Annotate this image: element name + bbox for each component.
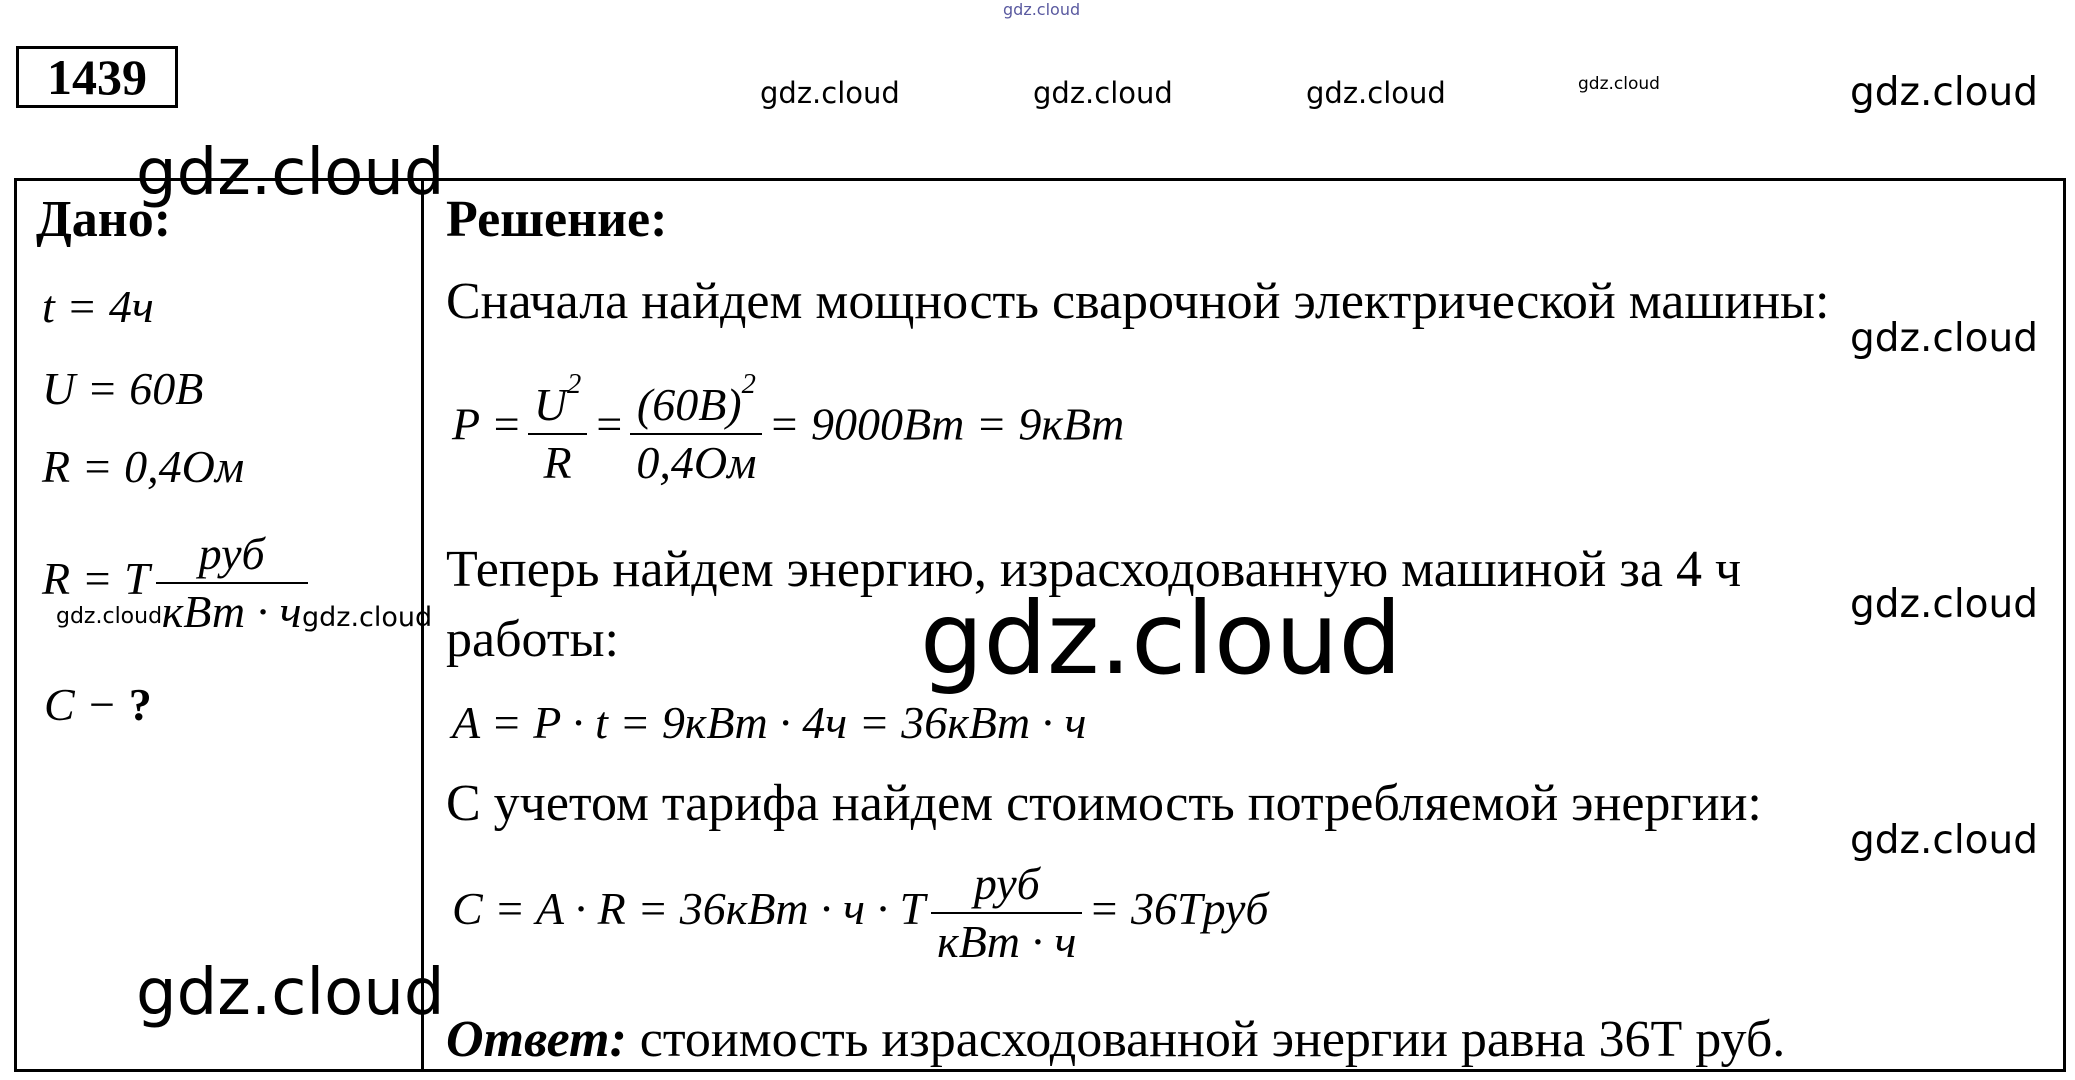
power-left: P = — [452, 398, 522, 450]
watermark-top-3: gdz.cloud — [1306, 76, 1446, 110]
tariff-fraction: руб кВт · ч — [155, 529, 308, 638]
cost-right: = 36Tруб — [1088, 882, 1269, 934]
watermark-center-large: gdz.cloud — [920, 580, 1403, 697]
power-eq: = — [593, 398, 625, 450]
watermark-given-1: gdz.cloud — [56, 604, 163, 629]
tariff-numerator: руб — [155, 529, 308, 585]
watermark-right-3: gdz.cloud — [1850, 818, 2038, 863]
formula-power: P = U2 R = (60B)2 0,4Ом = 9000Bm = 9кBm — [452, 370, 1124, 488]
formula-cost: C = A · R = 36кBm · ч · Tруб кBm · ч = 36T… — [452, 859, 1269, 968]
power-sup-1: 2 — [567, 369, 582, 400]
watermark-right-1: gdz.cloud — [1850, 316, 2038, 361]
answer-label: Ответ: — [446, 1011, 627, 1068]
power-den-2: 0,4Ом — [636, 437, 757, 489]
power-right: = 9000Bm = 9кBm — [768, 398, 1125, 450]
cost-denominator: кBm · ч — [937, 916, 1077, 968]
tariff-denominator: кВт · ч — [161, 586, 302, 638]
watermark-given-2: gdz.cloud — [302, 602, 433, 633]
find-label: C − — [44, 679, 118, 730]
watermark-right-2: gdz.cloud — [1850, 582, 2038, 627]
cost-left: C = A · R = 36кBm · ч · T — [452, 882, 926, 934]
power-sup-2: 2 — [741, 369, 756, 400]
watermark-top-small: gdz.cloud — [1578, 74, 1660, 94]
given-voltage: U = 60B — [42, 363, 204, 414]
power-fraction-1: U2 R — [527, 369, 588, 489]
answer-text: стоимость израсходованной энергии равна … — [639, 1011, 1786, 1068]
watermark-top-2: gdz.cloud — [1033, 76, 1173, 110]
power-num-1: U — [533, 379, 568, 431]
find-question: ? — [128, 679, 152, 730]
cost-numerator: руб — [931, 859, 1083, 915]
tariff-left: R = T — [42, 552, 150, 604]
watermark-top-1: gdz.cloud — [760, 76, 900, 110]
solution-line-1: Сначала найдем мощность сварочной электр… — [446, 273, 1830, 330]
solution-line-3: С учетом тарифа найдем стоимость потребл… — [446, 775, 1762, 832]
formula-energy: A = P · t = 9кBm · 4ч = 36кBm · ч — [452, 697, 1087, 748]
watermark-given-top: gdz.cloud — [136, 136, 445, 210]
solution-header: Решение: — [446, 191, 668, 248]
power-num-2: (60B) — [636, 379, 742, 431]
given-time: t = 4ч — [42, 281, 154, 332]
given-resistance: R = 0,4Ом — [42, 441, 245, 492]
cost-fraction: руб кBm · ч — [931, 859, 1083, 968]
watermark-top-right: gdz.cloud — [1850, 70, 2038, 115]
watermark-given-bottom: gdz.cloud — [136, 956, 445, 1030]
answer-line: Ответ: стоимость израсходованной энергии… — [446, 1010, 1785, 1069]
power-fraction-2: (60B)2 0,4Ом — [630, 369, 763, 489]
problem-number: 1439 — [16, 46, 178, 108]
watermark-top-tiny: gdz.cloud — [1003, 0, 1081, 19]
solution-line-2b: работы: — [446, 611, 619, 668]
given-find: C − ? — [44, 678, 152, 731]
power-den-1: R — [543, 437, 572, 489]
